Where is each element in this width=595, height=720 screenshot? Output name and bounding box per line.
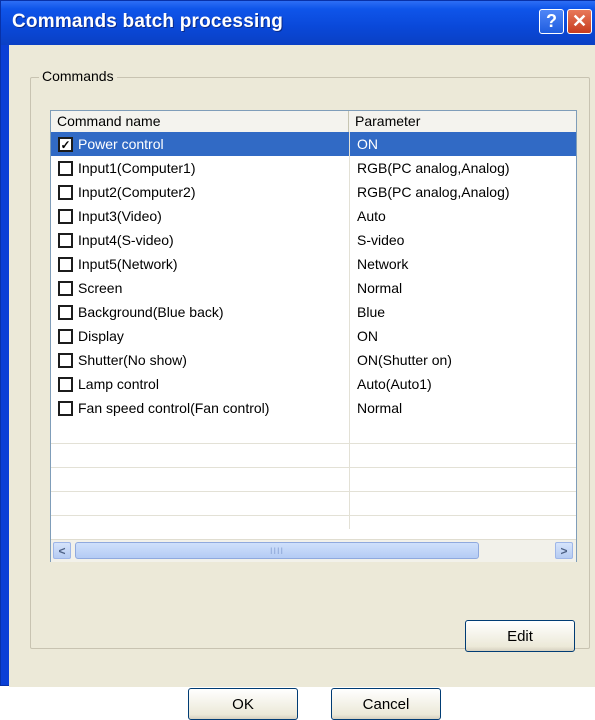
scroll-thumb[interactable]: IIII: [75, 542, 479, 559]
command-name-cell: Background(Blue back): [78, 304, 224, 320]
row-checkbox[interactable]: [58, 233, 73, 248]
parameter-cell: Normal: [357, 400, 403, 416]
arrow-right-icon: >: [560, 543, 568, 558]
column-divider: [349, 132, 350, 529]
parameter-cell: S-video: [357, 232, 405, 248]
dialog-window: Commands batch processing ? ✕ Commands C…: [0, 0, 595, 720]
title-bar[interactable]: Commands batch processing ? ✕: [1, 1, 595, 45]
table-row[interactable]: Input4(S-video) S-video: [51, 228, 576, 252]
command-name-cell: Shutter(No show): [78, 352, 187, 368]
parameter-cell: Network: [357, 256, 409, 272]
list-header: Command name Parameter: [51, 111, 576, 133]
parameter-cell: ON: [357, 328, 378, 344]
command-name-cell: Display: [78, 328, 124, 344]
parameter-cell: Normal: [357, 280, 403, 296]
table-row[interactable]: Lamp control Auto(Auto1): [51, 372, 576, 396]
empty-row-gridline: [51, 443, 576, 444]
table-row[interactable]: Input1(Computer1) RGB(PC analog,Analog): [51, 156, 576, 180]
help-button[interactable]: ?: [539, 9, 564, 34]
command-name-cell: Input3(Video): [78, 208, 162, 224]
scroll-right-button[interactable]: >: [555, 542, 573, 559]
command-name-cell: Fan speed control(Fan control): [78, 400, 270, 416]
command-name-cell: Input5(Network): [78, 256, 178, 272]
table-row[interactable]: Input5(Network) Network: [51, 252, 576, 276]
row-checkbox[interactable]: [58, 209, 73, 224]
table-row[interactable]: Display ON: [51, 324, 576, 348]
table-row[interactable]: Input3(Video) Auto: [51, 204, 576, 228]
column-header-command-name[interactable]: Command name: [51, 111, 349, 132]
close-button[interactable]: ✕: [567, 9, 592, 34]
horizontal-scrollbar[interactable]: < IIII >: [51, 539, 576, 562]
row-checkbox[interactable]: [58, 161, 73, 176]
parameter-cell: RGB(PC analog,Analog): [357, 160, 510, 176]
row-checkbox[interactable]: [58, 401, 73, 416]
row-checkbox[interactable]: [58, 281, 73, 296]
table-row[interactable]: Background(Blue back) Blue: [51, 300, 576, 324]
edit-button[interactable]: Edit: [465, 620, 575, 652]
row-checkbox[interactable]: [58, 353, 73, 368]
parameter-cell: Auto(Auto1): [357, 376, 432, 392]
parameter-cell: RGB(PC analog,Analog): [357, 184, 510, 200]
commands-list[interactable]: Command name Parameter ✓ Power control ON I…: [50, 110, 577, 562]
table-row[interactable]: Screen Normal: [51, 276, 576, 300]
row-checkbox[interactable]: [58, 377, 73, 392]
help-icon: ?: [546, 11, 557, 31]
row-checkbox[interactable]: ✓: [58, 137, 73, 152]
scroll-left-button[interactable]: <: [53, 542, 71, 559]
command-name-cell: Input2(Computer2): [78, 184, 196, 200]
row-checkbox[interactable]: [58, 329, 73, 344]
column-header-parameter[interactable]: Parameter: [349, 111, 576, 132]
commands-group-label: Commands: [39, 68, 117, 84]
command-name-cell: Input4(S-video): [78, 232, 174, 248]
command-name-cell: Screen: [78, 280, 123, 296]
table-row[interactable]: Shutter(No show) ON(Shutter on): [51, 348, 576, 372]
row-checkbox[interactable]: [58, 185, 73, 200]
empty-row-gridline: [51, 491, 576, 492]
parameter-cell: ON(Shutter on): [357, 352, 452, 368]
table-row[interactable]: Fan speed control(Fan control) Normal: [51, 396, 576, 420]
dialog-body: Commands Command name Parameter ✓ Power c…: [9, 45, 595, 720]
command-name-cell: Power control: [78, 136, 164, 152]
row-checkbox[interactable]: [58, 257, 73, 272]
cancel-button[interactable]: Cancel: [331, 688, 441, 720]
row-checkbox[interactable]: [58, 305, 73, 320]
arrow-left-icon: <: [58, 543, 66, 558]
table-row[interactable]: Input2(Computer2) RGB(PC analog,Analog): [51, 180, 576, 204]
command-name-cell: Lamp control: [78, 376, 159, 392]
command-name-cell: Input1(Computer1): [78, 160, 196, 176]
parameter-cell: Auto: [357, 208, 386, 224]
empty-row-gridline: [51, 515, 576, 516]
grip-icon: IIII: [269, 545, 284, 556]
empty-row-gridline: [51, 467, 576, 468]
window-title: Commands batch processing: [12, 11, 284, 32]
table-row[interactable]: ✓ Power control ON: [51, 132, 576, 156]
ok-button[interactable]: OK: [188, 688, 298, 720]
close-icon: ✕: [571, 11, 588, 31]
parameter-cell: Blue: [357, 304, 386, 320]
parameter-cell: ON: [357, 136, 378, 152]
